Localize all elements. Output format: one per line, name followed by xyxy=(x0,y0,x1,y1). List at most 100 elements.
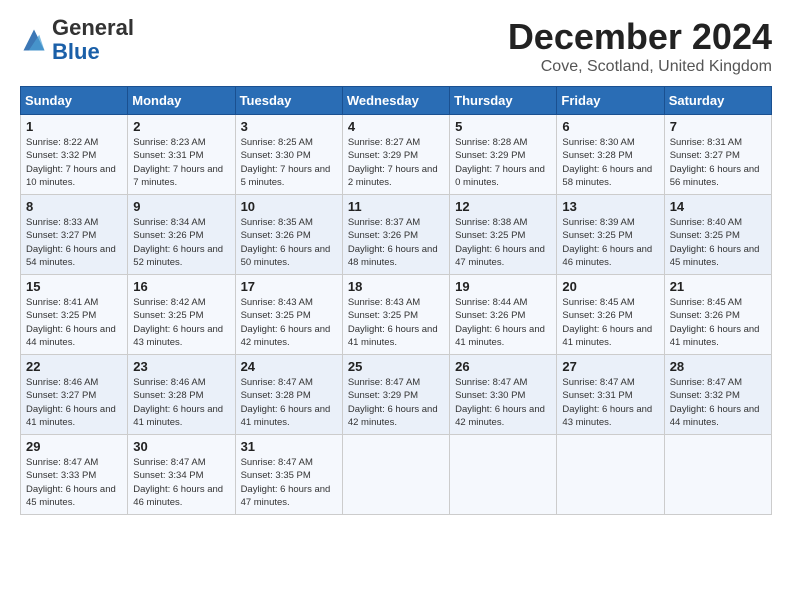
day-info: Sunrise: 8:47 AMSunset: 3:31 PMDaylight:… xyxy=(562,376,658,429)
day-number: 16 xyxy=(133,279,229,294)
day-info: Sunrise: 8:31 AMSunset: 3:27 PMDaylight:… xyxy=(670,136,766,189)
day-number: 23 xyxy=(133,359,229,374)
day-number: 7 xyxy=(670,119,766,134)
calendar-cell: 30 Sunrise: 8:47 AMSunset: 3:34 PMDayligh… xyxy=(128,435,235,515)
calendar-cell: 9 Sunrise: 8:34 AMSunset: 3:26 PMDaylight… xyxy=(128,195,235,275)
day-info: Sunrise: 8:28 AMSunset: 3:29 PMDaylight:… xyxy=(455,136,551,189)
month-year-title: December 2024 xyxy=(508,16,772,58)
day-info: Sunrise: 8:47 AMSunset: 3:34 PMDaylight:… xyxy=(133,456,229,509)
calendar-cell: 13Sunrise: 8:39 AMSunset: 3:25 PMDayligh… xyxy=(557,195,664,275)
calendar-cell: 23 Sunrise: 8:46 AMSunset: 3:28 PMDayligh… xyxy=(128,355,235,435)
day-number: 19 xyxy=(455,279,551,294)
logo-general-text: General xyxy=(52,15,134,40)
location-subtitle: Cove, Scotland, United Kingdom xyxy=(508,58,772,76)
calendar-cell: 22 Sunrise: 8:46 AMSunset: 3:27 PMDayligh… xyxy=(21,355,128,435)
calendar-week-row: 15Sunrise: 8:41 AMSunset: 3:25 PMDayligh… xyxy=(21,275,772,355)
calendar-header-row: Sunday Monday Tuesday Wednesday Thursday… xyxy=(21,87,772,115)
day-number: 11 xyxy=(348,199,444,214)
day-number: 25 xyxy=(348,359,444,374)
day-number: 30 xyxy=(133,439,229,454)
page-header: General Blue December 2024 Cove, Scotlan… xyxy=(20,16,772,76)
day-number: 6 xyxy=(562,119,658,134)
day-info: Sunrise: 8:25 AMSunset: 3:30 PMDaylight:… xyxy=(241,136,337,189)
calendar-cell xyxy=(557,435,664,515)
calendar-table: Sunday Monday Tuesday Wednesday Thursday… xyxy=(20,86,772,515)
day-number: 4 xyxy=(348,119,444,134)
day-number: 13 xyxy=(562,199,658,214)
day-info: Sunrise: 8:35 AMSunset: 3:26 PMDaylight:… xyxy=(241,216,337,269)
day-info: Sunrise: 8:46 AMSunset: 3:27 PMDaylight:… xyxy=(26,376,122,429)
day-info: Sunrise: 8:42 AMSunset: 3:25 PMDaylight:… xyxy=(133,296,229,349)
day-number: 31 xyxy=(241,439,337,454)
day-info: Sunrise: 8:47 AMSunset: 3:33 PMDaylight:… xyxy=(26,456,122,509)
day-number: 26 xyxy=(455,359,551,374)
header-thursday: Thursday xyxy=(450,87,557,115)
day-info: Sunrise: 8:45 AMSunset: 3:26 PMDaylight:… xyxy=(670,296,766,349)
header-wednesday: Wednesday xyxy=(342,87,449,115)
day-info: Sunrise: 8:46 AMSunset: 3:28 PMDaylight:… xyxy=(133,376,229,429)
day-info: Sunrise: 8:40 AMSunset: 3:25 PMDaylight:… xyxy=(670,216,766,269)
day-info: Sunrise: 8:47 AMSunset: 3:35 PMDaylight:… xyxy=(241,456,337,509)
calendar-cell: 17Sunrise: 8:43 AMSunset: 3:25 PMDayligh… xyxy=(235,275,342,355)
day-info: Sunrise: 8:47 AMSunset: 3:30 PMDaylight:… xyxy=(455,376,551,429)
day-number: 29 xyxy=(26,439,122,454)
calendar-week-row: 1Sunrise: 8:22 AMSunset: 3:32 PMDaylight… xyxy=(21,115,772,195)
header-sunday: Sunday xyxy=(21,87,128,115)
day-info: Sunrise: 8:37 AMSunset: 3:26 PMDaylight:… xyxy=(348,216,444,269)
calendar-cell: 5 Sunrise: 8:28 AMSunset: 3:29 PMDaylight… xyxy=(450,115,557,195)
logo-icon xyxy=(20,26,48,54)
calendar-week-row: 22 Sunrise: 8:46 AMSunset: 3:27 PMDayligh… xyxy=(21,355,772,435)
day-info: Sunrise: 8:47 AMSunset: 3:28 PMDaylight:… xyxy=(241,376,337,429)
calendar-cell: 29 Sunrise: 8:47 AMSunset: 3:33 PMDayligh… xyxy=(21,435,128,515)
day-number: 9 xyxy=(133,199,229,214)
calendar-cell: 1Sunrise: 8:22 AMSunset: 3:32 PMDaylight… xyxy=(21,115,128,195)
calendar-cell: 12Sunrise: 8:38 AMSunset: 3:25 PMDayligh… xyxy=(450,195,557,275)
header-saturday: Saturday xyxy=(664,87,771,115)
calendar-cell: 21Sunrise: 8:45 AMSunset: 3:26 PMDayligh… xyxy=(664,275,771,355)
calendar-cell xyxy=(450,435,557,515)
day-info: Sunrise: 8:27 AMSunset: 3:29 PMDaylight:… xyxy=(348,136,444,189)
day-number: 27 xyxy=(562,359,658,374)
day-number: 18 xyxy=(348,279,444,294)
day-info: Sunrise: 8:30 AMSunset: 3:28 PMDaylight:… xyxy=(562,136,658,189)
day-info: Sunrise: 8:47 AMSunset: 3:29 PMDaylight:… xyxy=(348,376,444,429)
header-friday: Friday xyxy=(557,87,664,115)
calendar-cell: 24 Sunrise: 8:47 AMSunset: 3:28 PMDayligh… xyxy=(235,355,342,435)
calendar-week-row: 8Sunrise: 8:33 AMSunset: 3:27 PMDaylight… xyxy=(21,195,772,275)
day-number: 22 xyxy=(26,359,122,374)
title-area: December 2024 Cove, Scotland, United Kin… xyxy=(508,16,772,76)
header-tuesday: Tuesday xyxy=(235,87,342,115)
day-info: Sunrise: 8:45 AMSunset: 3:26 PMDaylight:… xyxy=(562,296,658,349)
calendar-cell: 3 Sunrise: 8:25 AMSunset: 3:30 PMDaylight… xyxy=(235,115,342,195)
calendar-cell: 28Sunrise: 8:47 AMSunset: 3:32 PMDayligh… xyxy=(664,355,771,435)
calendar-cell: 8Sunrise: 8:33 AMSunset: 3:27 PMDaylight… xyxy=(21,195,128,275)
calendar-cell: 7 Sunrise: 8:31 AMSunset: 3:27 PMDaylight… xyxy=(664,115,771,195)
day-number: 17 xyxy=(241,279,337,294)
day-number: 20 xyxy=(562,279,658,294)
calendar-cell: 6 Sunrise: 8:30 AMSunset: 3:28 PMDaylight… xyxy=(557,115,664,195)
calendar-cell: 18 Sunrise: 8:43 AMSunset: 3:25 PMDayligh… xyxy=(342,275,449,355)
calendar-cell xyxy=(342,435,449,515)
day-number: 5 xyxy=(455,119,551,134)
day-number: 24 xyxy=(241,359,337,374)
day-info: Sunrise: 8:38 AMSunset: 3:25 PMDaylight:… xyxy=(455,216,551,269)
day-info: Sunrise: 8:43 AMSunset: 3:25 PMDaylight:… xyxy=(348,296,444,349)
day-number: 8 xyxy=(26,199,122,214)
calendar-cell: 2Sunrise: 8:23 AMSunset: 3:31 PMDaylight… xyxy=(128,115,235,195)
day-info: Sunrise: 8:34 AMSunset: 3:26 PMDaylight:… xyxy=(133,216,229,269)
calendar-week-row: 29 Sunrise: 8:47 AMSunset: 3:33 PMDayligh… xyxy=(21,435,772,515)
calendar-cell: 16 Sunrise: 8:42 AMSunset: 3:25 PMDayligh… xyxy=(128,275,235,355)
calendar-cell: 19 Sunrise: 8:44 AMSunset: 3:26 PMDayligh… xyxy=(450,275,557,355)
calendar-cell: 25 Sunrise: 8:47 AMSunset: 3:29 PMDayligh… xyxy=(342,355,449,435)
calendar-cell xyxy=(664,435,771,515)
day-number: 15 xyxy=(26,279,122,294)
day-number: 3 xyxy=(241,119,337,134)
calendar-cell: 10 Sunrise: 8:35 AMSunset: 3:26 PMDayligh… xyxy=(235,195,342,275)
calendar-cell: 27 Sunrise: 8:47 AMSunset: 3:31 PMDayligh… xyxy=(557,355,664,435)
day-info: Sunrise: 8:44 AMSunset: 3:26 PMDaylight:… xyxy=(455,296,551,349)
day-number: 10 xyxy=(241,199,337,214)
day-info: Sunrise: 8:22 AMSunset: 3:32 PMDaylight:… xyxy=(26,136,122,189)
header-monday: Monday xyxy=(128,87,235,115)
calendar-cell: 11 Sunrise: 8:37 AMSunset: 3:26 PMDayligh… xyxy=(342,195,449,275)
day-info: Sunrise: 8:23 AMSunset: 3:31 PMDaylight:… xyxy=(133,136,229,189)
